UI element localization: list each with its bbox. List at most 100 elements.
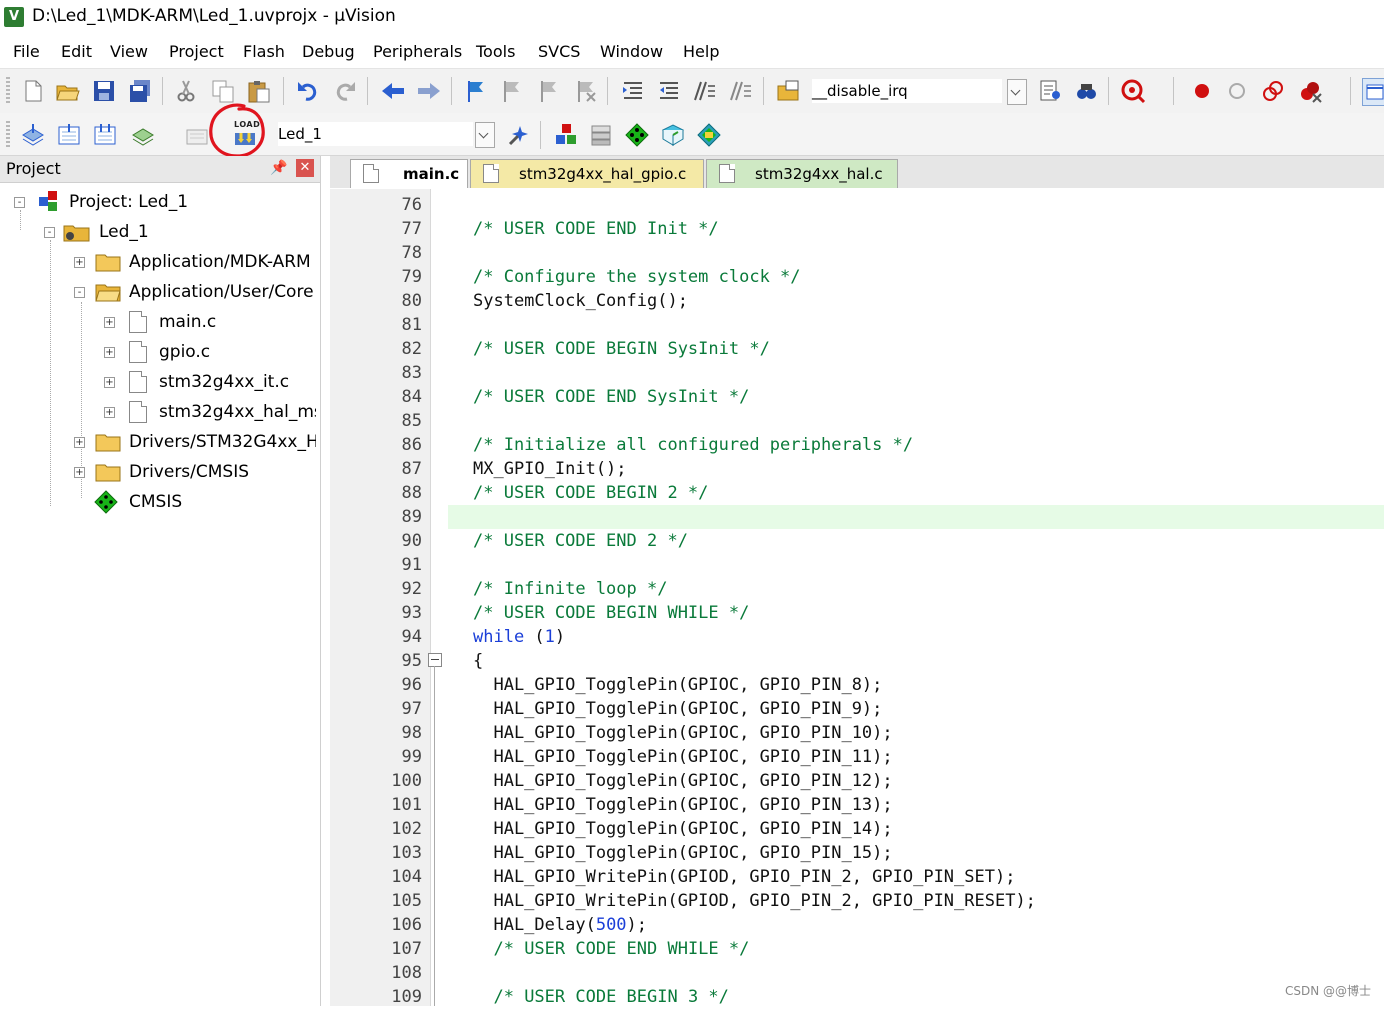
disable-all-breakpoints-icon[interactable] [1260, 78, 1286, 104]
expand-toggle[interactable]: + [104, 347, 115, 358]
collapse-toggle[interactable]: - [44, 227, 55, 238]
menu-file[interactable]: File [13, 42, 40, 61]
incremental-find-icon[interactable] [1073, 78, 1099, 104]
rebuild-icon[interactable] [92, 122, 118, 148]
code-line: /* USER CODE END SysInit */ [473, 387, 750, 407]
code-line: /* USER CODE END 2 */ [473, 531, 688, 551]
fold-toggle-icon[interactable] [428, 653, 442, 667]
code-line: /* Initialize all configured peripherals… [473, 435, 914, 455]
software-packs-icon[interactable] [696, 122, 722, 148]
redo-icon[interactable] [332, 78, 358, 104]
navigate-forward-icon[interactable] [416, 78, 442, 104]
bookmark-next-icon[interactable] [536, 78, 562, 104]
menu-edit[interactable]: Edit [61, 42, 92, 61]
file-icon [129, 311, 147, 333]
menu-project[interactable]: Project [169, 42, 224, 61]
find-combo[interactable]: __disable_irq [812, 79, 1002, 103]
insert-breakpoint-icon[interactable] [1189, 78, 1215, 104]
tree-item-file[interactable]: + stm32g4xx_hal_msp. [104, 397, 316, 427]
toolbar-grip[interactable] [6, 77, 10, 105]
bookmark-insert-icon[interactable] [463, 78, 489, 104]
code-line: /* Infinite loop */ [473, 579, 668, 599]
expand-toggle[interactable]: + [104, 407, 115, 418]
pin-icon[interactable]: 📌 [270, 160, 287, 176]
comment-selection-icon[interactable] [692, 78, 718, 104]
bookmark-previous-icon[interactable] [499, 78, 525, 104]
line-number: 99 [401, 747, 422, 767]
menu-peripherals[interactable]: Peripherals [373, 42, 462, 61]
bookmark-clear-icon[interactable] [573, 78, 599, 104]
enable-breakpoint-icon[interactable] [1224, 78, 1250, 104]
tab-main-c[interactable]: main.c [350, 159, 468, 188]
tree-item-group[interactable]: + Drivers/STM32G4xx_HAL [74, 427, 316, 457]
watermark-text: CSDN @@博士 [1285, 984, 1372, 998]
options-for-target-icon[interactable] [506, 122, 532, 148]
menu-svcs[interactable]: SVCS [538, 42, 580, 61]
project-icon [39, 191, 57, 211]
pack-installer-icon[interactable] [660, 122, 686, 148]
translate-file-icon[interactable] [20, 122, 46, 148]
target-select-dropdown[interactable] [475, 122, 495, 148]
code-line: HAL_GPIO_TogglePin(GPIOC, GPIO_PIN_13); [473, 795, 893, 815]
menu-debug[interactable]: Debug [302, 42, 355, 61]
annotation-circle [209, 103, 265, 158]
code-line: /* USER CODE END WHILE */ [493, 939, 750, 959]
indent-icon[interactable] [620, 78, 646, 104]
line-number: 77 [401, 219, 422, 239]
tree-label: Application/MDK-ARM [129, 252, 311, 272]
project-pane: Project 📌 ✕ - Project: Led_1 - Led_1 + A… [0, 156, 321, 1006]
tab-stm32g4xx-hal-c[interactable]: stm32g4xx_hal.c [706, 159, 898, 188]
expand-toggle[interactable]: + [74, 467, 85, 478]
window-layout-icon[interactable] [1362, 78, 1384, 106]
select-packs-icon[interactable] [588, 122, 614, 148]
cut-icon[interactable] [173, 78, 199, 104]
code-line: HAL_GPIO_TogglePin(GPIOC, GPIO_PIN_14); [473, 819, 893, 839]
save-all-icon[interactable] [127, 78, 153, 104]
navigate-back-icon[interactable] [380, 78, 406, 104]
line-number: 82 [401, 339, 422, 359]
tree-label: Application/User/Core [129, 282, 314, 302]
debug-session-icon[interactable] [1120, 78, 1146, 104]
save-icon[interactable] [91, 78, 117, 104]
line-number: 103 [391, 843, 422, 863]
menu-tools[interactable]: Tools [476, 42, 515, 61]
collapse-toggle[interactable]: - [14, 197, 25, 208]
close-pane-icon[interactable]: ✕ [296, 159, 314, 177]
expand-toggle[interactable]: + [104, 317, 115, 328]
manage-project-items-icon[interactable] [553, 122, 579, 148]
stop-build-icon[interactable] [184, 122, 210, 148]
file-icon [129, 371, 147, 393]
uncomment-selection-icon[interactable] [728, 78, 754, 104]
project-pane-title: Project [6, 159, 61, 178]
fold-range-line [434, 666, 435, 1006]
line-number: 104 [391, 867, 422, 887]
expand-toggle[interactable]: + [74, 257, 85, 268]
undo-icon[interactable] [295, 78, 321, 104]
find-icon[interactable] [1038, 78, 1064, 104]
expand-toggle[interactable]: + [104, 377, 115, 388]
menu-window[interactable]: Window [600, 42, 663, 61]
toolbar-grip[interactable] [6, 121, 10, 149]
target-select[interactable]: Led_1 [278, 122, 473, 146]
menu-flash[interactable]: Flash [243, 42, 285, 61]
unindent-icon[interactable] [656, 78, 682, 104]
find-in-files-icon[interactable] [776, 78, 802, 104]
menu-view[interactable]: View [110, 42, 148, 61]
toolbar-separator [367, 77, 368, 105]
expand-toggle[interactable]: + [74, 437, 85, 448]
manage-run-time-environment-icon[interactable] [624, 122, 650, 148]
menu-help[interactable]: Help [683, 42, 719, 61]
code-line: /* USER CODE BEGIN SysInit */ [473, 339, 770, 359]
build-icon[interactable] [56, 122, 82, 148]
open-file-icon[interactable] [55, 78, 81, 104]
new-file-icon[interactable] [20, 78, 46, 104]
code-editor[interactable]: 76 77 78 79 80 81 82 83 84 85 86 87 88 89 90 91 92 93 94 95… [330, 189, 1384, 1007]
toolbar-separator [1108, 77, 1109, 105]
code-line: HAL_GPIO_TogglePin(GPIOC, GPIO_PIN_8); [473, 675, 883, 695]
tab-stm32g4xx-hal-gpio-c[interactable]: stm32g4xx_hal_gpio.c [470, 159, 704, 188]
collapse-toggle[interactable]: - [74, 287, 85, 298]
batch-build-icon[interactable] [130, 122, 156, 148]
find-combo-dropdown[interactable] [1007, 79, 1027, 105]
kill-all-breakpoints-icon[interactable] [1297, 78, 1323, 104]
code-line: while (1) [473, 627, 566, 647]
